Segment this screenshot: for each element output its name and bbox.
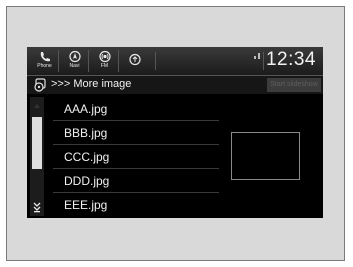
audio-source-icon <box>129 53 141 66</box>
list-item[interactable]: AAA.jpg <box>53 97 219 121</box>
browse-header: >>> More image Start slideshow <box>27 76 323 94</box>
list-item[interactable]: EEE.jpg <box>53 193 219 217</box>
phone-button-label: Phone <box>37 63 52 69</box>
navi-button[interactable]: Navi <box>61 50 89 72</box>
scrollbar[interactable] <box>30 97 44 216</box>
file-name: AAA.jpg <box>64 102 108 116</box>
file-name: DDD.jpg <box>64 174 110 188</box>
list-item[interactable]: CCC.jpg <box>53 145 219 169</box>
clock: 12:34 <box>265 49 316 70</box>
start-slideshow-button[interactable]: Start slideshow <box>267 78 321 92</box>
audio-source-button[interactable] <box>121 50 149 72</box>
navi-icon <box>68 50 81 63</box>
fm-button-label: FM <box>100 63 109 69</box>
head-unit-screen: Phone Navi FM 12:34 >>> More image Start… <box>27 47 323 218</box>
list-item[interactable]: BBB.jpg <box>53 121 219 145</box>
file-name: EEE.jpg <box>64 198 108 212</box>
file-name: BBB.jpg <box>64 126 108 140</box>
signal-icon <box>254 53 260 59</box>
scroll-up-icon[interactable] <box>32 100 42 112</box>
breadcrumb[interactable]: >>> More image <box>51 78 131 90</box>
phone-icon <box>40 52 50 62</box>
status-bar: Phone Navi FM 12:34 <box>27 47 323 76</box>
radio-icon <box>98 50 111 63</box>
media-source-icon[interactable] <box>33 78 47 92</box>
navi-button-label: Navi <box>69 63 80 69</box>
image-preview <box>231 132 300 180</box>
scroll-down-icon[interactable] <box>33 201 41 213</box>
file-list: AAA.jpg BBB.jpg CCC.jpg DDD.jpg EEE.jpg <box>53 97 221 216</box>
phone-button[interactable]: Phone <box>31 50 59 72</box>
scroll-thumb[interactable] <box>32 117 42 169</box>
file-name: CCC.jpg <box>64 150 110 164</box>
status-divider <box>155 52 156 70</box>
list-item[interactable]: DDD.jpg <box>53 169 219 193</box>
fm-button[interactable]: FM <box>91 50 119 72</box>
